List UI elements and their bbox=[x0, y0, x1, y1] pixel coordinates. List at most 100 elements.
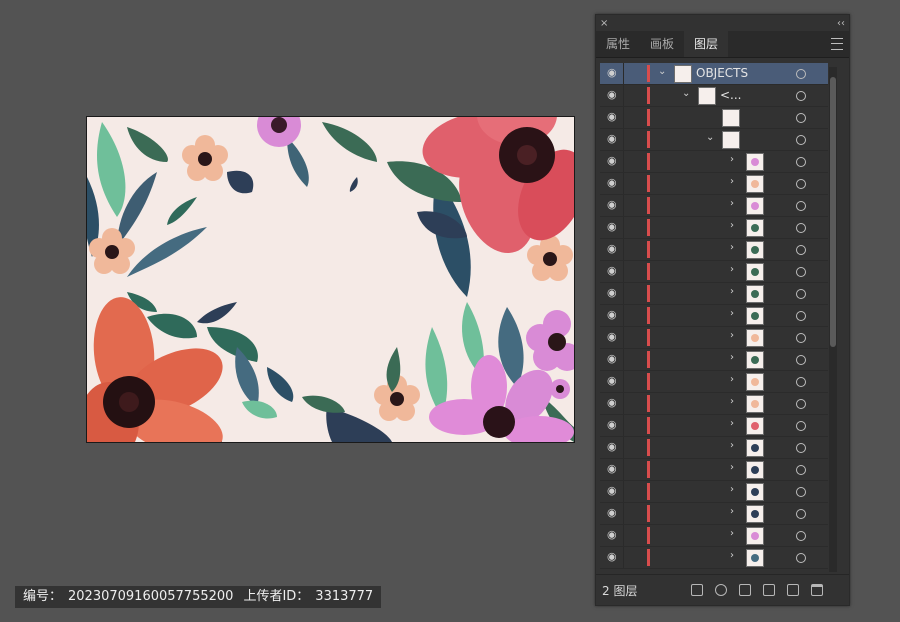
lock-column[interactable] bbox=[623, 481, 624, 502]
lock-column[interactable] bbox=[623, 525, 624, 546]
layer-name[interactable]: OBJECTS bbox=[696, 66, 748, 80]
chevron-right-icon[interactable]: › bbox=[730, 286, 734, 297]
export-icon[interactable] bbox=[691, 584, 703, 596]
target-circle-icon[interactable] bbox=[796, 179, 806, 189]
target-circle-icon[interactable] bbox=[796, 289, 806, 299]
chevron-right-icon[interactable]: › bbox=[730, 462, 734, 473]
visibility-eye-icon[interactable]: ◉ bbox=[607, 287, 619, 298]
target-circle-icon[interactable] bbox=[796, 69, 806, 79]
layer-row[interactable]: ◉ › bbox=[600, 481, 828, 503]
layer-row[interactable]: ◉ ⌄ bbox=[600, 129, 828, 151]
lock-column[interactable] bbox=[623, 349, 624, 370]
chevron-right-icon[interactable]: › bbox=[730, 440, 734, 451]
lock-column[interactable] bbox=[623, 371, 624, 392]
lock-column[interactable] bbox=[623, 327, 624, 348]
visibility-eye-icon[interactable]: ◉ bbox=[607, 133, 619, 144]
target-circle-icon[interactable] bbox=[796, 311, 806, 321]
visibility-eye-icon[interactable]: ◉ bbox=[607, 309, 619, 320]
chevron-right-icon[interactable]: › bbox=[730, 308, 734, 319]
clipping-mask-icon[interactable] bbox=[739, 584, 751, 596]
visibility-eye-icon[interactable]: ◉ bbox=[607, 485, 619, 496]
chevron-right-icon[interactable]: › bbox=[730, 418, 734, 429]
visibility-eye-icon[interactable]: ◉ bbox=[607, 155, 619, 166]
chevron-right-icon[interactable]: › bbox=[730, 198, 734, 209]
target-circle-icon[interactable] bbox=[796, 113, 806, 123]
chevron-down-icon[interactable]: ⌄ bbox=[706, 132, 714, 143]
tab-layers[interactable]: 图层 bbox=[684, 31, 729, 57]
tab-properties[interactable]: 属性 bbox=[596, 31, 640, 57]
visibility-eye-icon[interactable]: ◉ bbox=[607, 375, 619, 386]
target-circle-icon[interactable] bbox=[796, 355, 806, 365]
chevron-down-icon[interactable]: ⌄ bbox=[682, 88, 690, 99]
lock-column[interactable] bbox=[623, 195, 624, 216]
layer-row[interactable]: ◉ › bbox=[600, 349, 828, 371]
visibility-eye-icon[interactable]: ◉ bbox=[607, 221, 619, 232]
layer-row[interactable]: ◉ › bbox=[600, 173, 828, 195]
visibility-eye-icon[interactable]: ◉ bbox=[607, 331, 619, 342]
lock-column[interactable] bbox=[623, 129, 624, 150]
lock-column[interactable] bbox=[623, 63, 624, 84]
target-circle-icon[interactable] bbox=[796, 91, 806, 101]
target-circle-icon[interactable] bbox=[796, 421, 806, 431]
lock-column[interactable] bbox=[623, 217, 624, 238]
layer-row[interactable]: ◉ › bbox=[600, 327, 828, 349]
search-icon[interactable] bbox=[715, 584, 727, 596]
visibility-eye-icon[interactable]: ◉ bbox=[607, 419, 619, 430]
scrollbar-thumb[interactable] bbox=[830, 77, 836, 347]
layer-row[interactable]: ◉ › bbox=[600, 459, 828, 481]
target-circle-icon[interactable] bbox=[796, 465, 806, 475]
visibility-eye-icon[interactable]: ◉ bbox=[607, 111, 619, 122]
chevron-right-icon[interactable]: › bbox=[730, 528, 734, 539]
lock-column[interactable] bbox=[623, 239, 624, 260]
lock-column[interactable] bbox=[623, 503, 624, 524]
layer-row[interactable]: ◉ › bbox=[600, 261, 828, 283]
lock-column[interactable] bbox=[623, 261, 624, 282]
layer-row[interactable]: ◉ › bbox=[600, 547, 828, 569]
layers-scrollbar[interactable] bbox=[829, 67, 837, 572]
lock-column[interactable] bbox=[623, 107, 624, 128]
chevron-right-icon[interactable]: › bbox=[730, 484, 734, 495]
lock-column[interactable] bbox=[623, 305, 624, 326]
close-icon[interactable]: × bbox=[600, 18, 608, 29]
layer-name[interactable]: <... bbox=[720, 88, 742, 102]
lock-column[interactable] bbox=[623, 85, 624, 106]
chevron-right-icon[interactable]: › bbox=[730, 330, 734, 341]
collapse-icon[interactable]: ‹‹ bbox=[837, 18, 845, 29]
layer-row[interactable]: ◉ › bbox=[600, 415, 828, 437]
layer-row[interactable]: ◉ › bbox=[600, 151, 828, 173]
visibility-eye-icon[interactable]: ◉ bbox=[607, 67, 619, 78]
target-circle-icon[interactable] bbox=[796, 509, 806, 519]
visibility-eye-icon[interactable]: ◉ bbox=[607, 463, 619, 474]
visibility-eye-icon[interactable]: ◉ bbox=[607, 551, 619, 562]
chevron-right-icon[interactable]: › bbox=[730, 154, 734, 165]
new-sublayer-icon[interactable] bbox=[763, 584, 775, 596]
visibility-eye-icon[interactable]: ◉ bbox=[607, 507, 619, 518]
target-circle-icon[interactable] bbox=[796, 553, 806, 563]
target-circle-icon[interactable] bbox=[796, 443, 806, 453]
layer-row[interactable]: ◉ › bbox=[600, 371, 828, 393]
layer-row[interactable]: ◉ › bbox=[600, 393, 828, 415]
chevron-down-icon[interactable]: ⌄ bbox=[658, 66, 666, 77]
lock-column[interactable] bbox=[623, 283, 624, 304]
target-circle-icon[interactable] bbox=[796, 399, 806, 409]
chevron-right-icon[interactable]: › bbox=[730, 242, 734, 253]
target-circle-icon[interactable] bbox=[796, 245, 806, 255]
lock-column[interactable] bbox=[623, 173, 624, 194]
visibility-eye-icon[interactable]: ◉ bbox=[607, 397, 619, 408]
lock-column[interactable] bbox=[623, 437, 624, 458]
layer-row[interactable]: ◉ › bbox=[600, 503, 828, 525]
target-circle-icon[interactable] bbox=[796, 267, 806, 277]
layer-row[interactable]: ◉ › bbox=[600, 525, 828, 547]
chevron-right-icon[interactable]: › bbox=[730, 220, 734, 231]
layer-row[interactable]: ◉ › bbox=[600, 437, 828, 459]
layer-row[interactable]: ◉ › bbox=[600, 195, 828, 217]
trash-icon[interactable] bbox=[811, 584, 823, 596]
visibility-eye-icon[interactable]: ◉ bbox=[607, 177, 619, 188]
target-circle-icon[interactable] bbox=[796, 377, 806, 387]
layer-row[interactable]: ◉ › bbox=[600, 305, 828, 327]
lock-column[interactable] bbox=[623, 415, 624, 436]
visibility-eye-icon[interactable]: ◉ bbox=[607, 243, 619, 254]
target-circle-icon[interactable] bbox=[796, 223, 806, 233]
target-circle-icon[interactable] bbox=[796, 333, 806, 343]
layer-row[interactable]: ◉ › bbox=[600, 239, 828, 261]
